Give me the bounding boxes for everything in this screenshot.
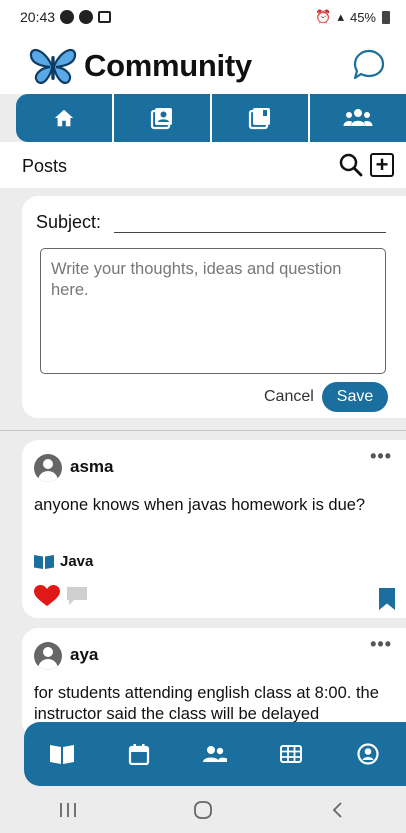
post-tag-label: Java <box>60 553 94 570</box>
divider <box>0 430 406 431</box>
photo-library-icon <box>248 108 270 130</box>
tab-groups[interactable] <box>310 94 406 142</box>
alarm-icon: ⏰ <box>315 9 332 24</box>
subject-input[interactable] <box>114 232 386 233</box>
more-options-icon[interactable]: ••• <box>370 634 392 655</box>
system-nav-bar <box>0 786 406 833</box>
nav-courses[interactable] <box>42 734 82 774</box>
posts-title: Posts <box>22 156 68 176</box>
notification-icon <box>79 10 94 24</box>
post-text: anyone knows when javas homework is due? <box>34 496 366 514</box>
avatar <box>34 642 62 670</box>
book-open-icon <box>50 745 75 764</box>
signal-icon: ▴ <box>337 9 344 24</box>
status-right: ⏰ ▴ 45% <box>315 9 390 25</box>
post-author: asma <box>70 457 114 476</box>
group-icon <box>343 109 373 126</box>
posts-bar: Posts + <box>0 142 406 188</box>
status-time: 20:43 <box>20 9 56 25</box>
subject-label: Subject: <box>36 212 102 232</box>
post-actions <box>34 585 88 607</box>
nav-community[interactable] <box>195 734 235 774</box>
tab-home[interactable] <box>16 94 114 142</box>
post-author: aya <box>70 645 99 664</box>
chat-bubble-icon[interactable] <box>352 48 386 82</box>
battery-percent: 45% <box>349 9 376 25</box>
account-circle-icon <box>357 743 379 765</box>
back-icon[interactable] <box>327 799 349 821</box>
heart-icon[interactable] <box>34 585 60 607</box>
post-text: for students attending english class at … <box>34 684 379 723</box>
search-icon[interactable] <box>338 152 364 178</box>
bookmark-icon[interactable] <box>378 588 396 610</box>
table-grid-icon <box>280 745 303 763</box>
home-icon <box>54 109 74 127</box>
nav-schedule[interactable] <box>271 734 311 774</box>
people-icon <box>202 746 227 762</box>
nav-profile[interactable] <box>348 734 388 774</box>
notification-icon <box>60 10 75 24</box>
tab-contacts[interactable] <box>114 94 212 142</box>
recent-apps-icon[interactable] <box>57 801 79 819</box>
contacts-book-icon <box>150 108 172 130</box>
home-button-icon[interactable] <box>192 799 214 821</box>
status-left: 20:43 <box>20 9 112 25</box>
status-bar: 20:43 ⏰ ▴ 45% <box>0 0 406 34</box>
book-open-icon <box>34 555 54 569</box>
battery-icon <box>382 10 390 24</box>
app-header: Community <box>0 34 406 94</box>
post-tag[interactable]: Java <box>34 553 93 570</box>
bottom-nav <box>24 722 406 786</box>
comment-icon[interactable] <box>66 586 88 606</box>
compose-card: Subject: Write your thoughts, ideas and … <box>22 196 406 418</box>
avatar <box>34 454 62 482</box>
tab-gallery[interactable] <box>212 94 310 142</box>
post-card: asma ••• anyone knows when javas homewor… <box>22 440 406 618</box>
add-post-button[interactable]: + <box>370 153 394 177</box>
app-title: Community <box>84 48 252 83</box>
nav-calendar[interactable] <box>119 734 159 774</box>
gallery-notification-icon <box>98 11 112 23</box>
cancel-button[interactable]: Cancel <box>264 388 314 406</box>
calendar-icon <box>128 744 149 765</box>
plus-icon: + <box>375 152 389 177</box>
save-button[interactable]: Save <box>322 382 388 412</box>
more-options-icon[interactable]: ••• <box>370 446 392 467</box>
butterfly-logo-icon <box>29 48 77 84</box>
message-textarea[interactable]: Write your thoughts, ideas and question … <box>40 248 386 374</box>
top-tabs <box>16 94 406 142</box>
